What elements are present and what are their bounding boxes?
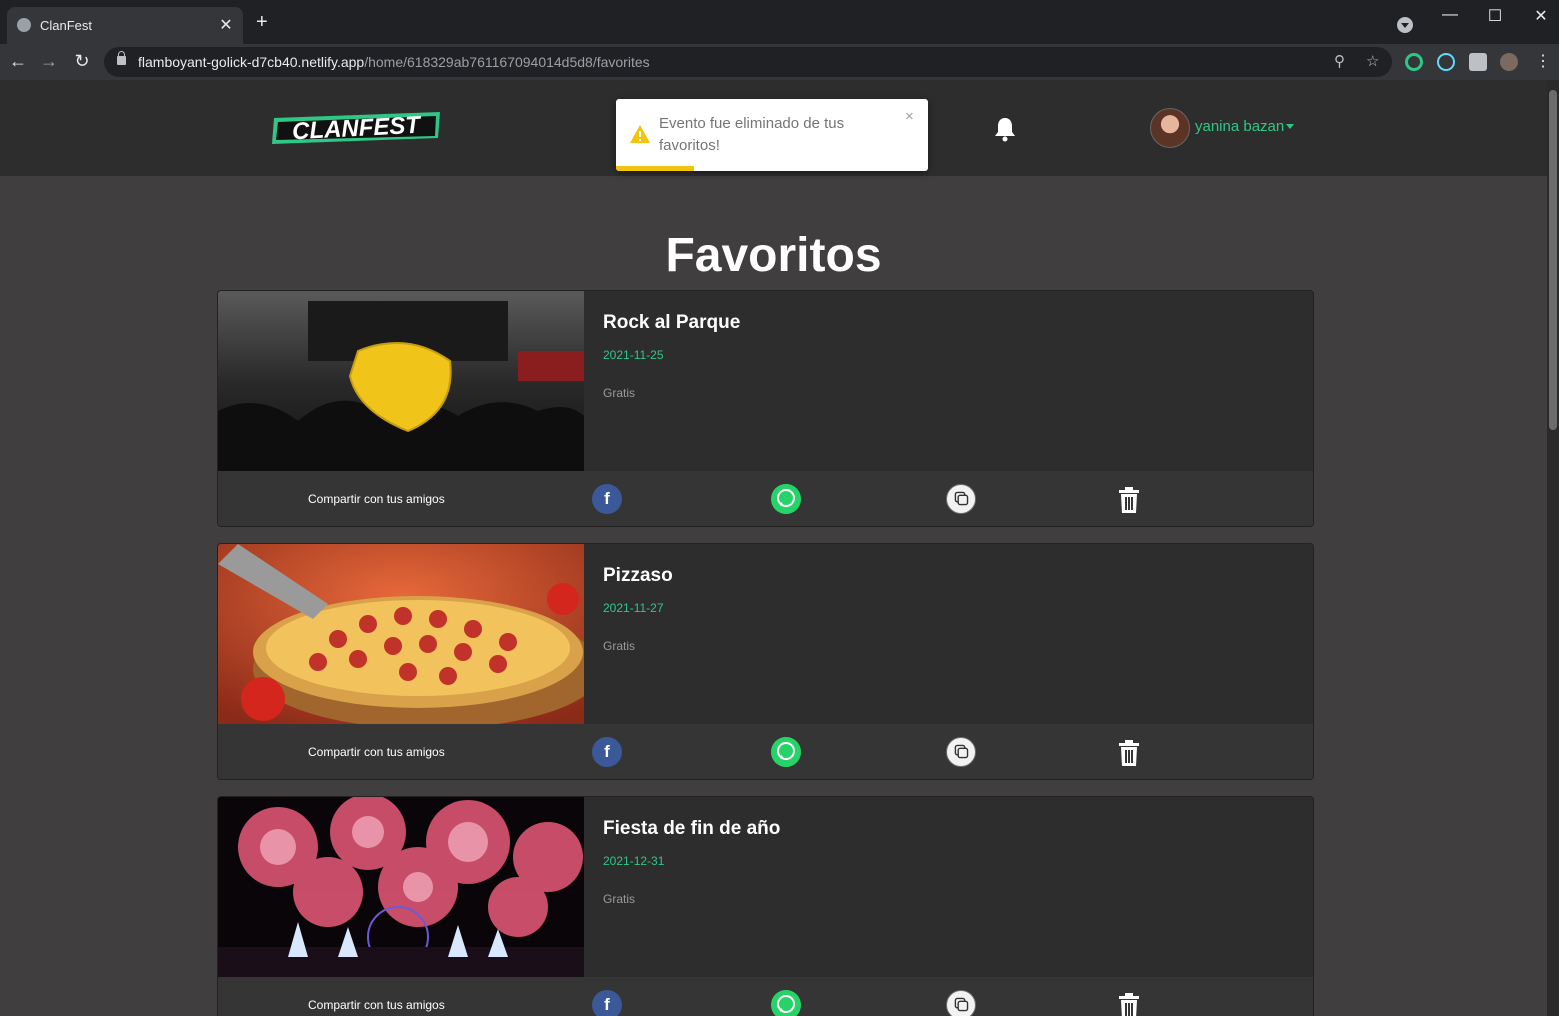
favorite-card: Pizzaso 2021-11-27 Gratis Compartir con … <box>217 543 1314 780</box>
user-menu-toggle[interactable]: yanina bazan <box>1195 118 1284 135</box>
toast-close-icon[interactable]: × <box>905 108 914 125</box>
event-price: Gratis <box>603 639 636 653</box>
copy-icon[interactable] <box>946 990 976 1016</box>
profile-avatar-icon[interactable] <box>1500 53 1518 71</box>
url-text[interactable]: flamboyant-golick-d7cb40.netlify.app/hom… <box>138 54 650 70</box>
facebook-icon[interactable]: f <box>592 737 622 767</box>
tab-title: ClanFest <box>40 18 93 33</box>
trash-icon[interactable] <box>1118 993 1140 1016</box>
forward-button[interactable]: → <box>37 51 61 72</box>
favorite-card: Rock al Parque 2021-11-25 Gratis Compart… <box>217 290 1314 527</box>
event-date: 2021-12-31 <box>603 854 665 868</box>
event-image[interactable] <box>218 291 584 471</box>
site-navbar: CLANFEST yanina bazan Evento fue elimina… <box>0 80 1547 176</box>
tab-close-icon[interactable]: ✕ <box>217 15 235 35</box>
event-title: Pizzaso <box>603 565 673 586</box>
svg-text:CLANFEST: CLANFEST <box>291 112 423 146</box>
event-date: 2021-11-25 <box>603 348 664 362</box>
page: CLANFEST yanina bazan Evento fue elimina… <box>0 80 1547 1016</box>
event-image[interactable] <box>218 544 584 724</box>
bell-icon[interactable] <box>993 116 1017 142</box>
browser-tab-bar: ClanFest ✕ + — ☐ ✕ <box>0 0 1559 44</box>
event-title: Fiesta de fin de año <box>603 818 781 839</box>
lock-icon[interactable] <box>117 51 126 65</box>
bookmark-star-icon[interactable]: ☆ <box>1366 52 1379 70</box>
react-devtools-icon[interactable] <box>1437 53 1455 71</box>
user-avatar[interactable] <box>1150 108 1190 148</box>
scrollbar-thumb[interactable] <box>1549 90 1557 430</box>
trash-icon[interactable] <box>1118 740 1140 766</box>
caret-down-icon[interactable] <box>1286 124 1294 129</box>
location-icon[interactable]: ⚲ <box>1334 52 1345 70</box>
share-bar: Compartir con tus amigos f <box>218 977 1313 1016</box>
extension-record-icon[interactable] <box>1405 53 1423 71</box>
clanfest-logo[interactable]: CLANFEST <box>270 110 442 146</box>
event-price: Gratis <box>603 892 636 906</box>
event-image[interactable] <box>218 797 584 977</box>
minimize-button[interactable]: — <box>1435 6 1465 24</box>
toast-progress-bar <box>616 166 694 171</box>
favorite-card: Fiesta de fin de año 2021-12-31 Gratis C… <box>217 796 1314 1016</box>
share-label: Compartir con tus amigos <box>308 492 445 506</box>
share-label: Compartir con tus amigos <box>308 745 445 759</box>
maximize-button[interactable]: ☐ <box>1480 6 1510 26</box>
reload-button[interactable]: ↻ <box>70 51 94 72</box>
event-price: Gratis <box>603 386 636 400</box>
back-button[interactable]: ← <box>6 51 30 72</box>
browser-toolbar: ← → ↻ flamboyant-golick-d7cb40.netlify.a… <box>0 44 1559 80</box>
event-title: Rock al Parque <box>603 312 741 333</box>
page-title: Favoritos <box>665 229 882 282</box>
toast-message: Evento fue eliminado de tus favoritos! <box>659 115 845 154</box>
share-bar: Compartir con tus amigos f <box>218 471 1313 526</box>
facebook-icon[interactable]: f <box>592 990 622 1016</box>
event-date: 2021-11-27 <box>603 601 664 615</box>
copy-icon[interactable] <box>946 737 976 767</box>
browser-menu-icon[interactable]: ⋮ <box>1531 51 1555 71</box>
toast-notification: Evento fue eliminado de tus favoritos! × <box>616 99 928 171</box>
tab-search-icon[interactable] <box>1397 17 1413 33</box>
whatsapp-icon[interactable] <box>771 990 801 1016</box>
share-bar: Compartir con tus amigos f <box>218 724 1313 779</box>
browser-tab[interactable]: ClanFest ✕ <box>7 7 243 44</box>
address-bar[interactable]: flamboyant-golick-d7cb40.netlify.app/hom… <box>104 47 1392 77</box>
page-scrollbar[interactable] <box>1547 80 1559 1016</box>
whatsapp-icon[interactable] <box>771 484 801 514</box>
share-label: Compartir con tus amigos <box>308 998 445 1012</box>
globe-icon <box>17 18 31 32</box>
close-window-button[interactable]: ✕ <box>1526 6 1556 26</box>
warning-icon <box>630 125 650 143</box>
whatsapp-icon[interactable] <box>771 737 801 767</box>
copy-icon[interactable] <box>946 484 976 514</box>
trash-icon[interactable] <box>1118 487 1140 513</box>
extensions-puzzle-icon[interactable] <box>1469 53 1487 71</box>
facebook-icon[interactable]: f <box>592 484 622 514</box>
new-tab-button[interactable]: + <box>256 12 268 32</box>
